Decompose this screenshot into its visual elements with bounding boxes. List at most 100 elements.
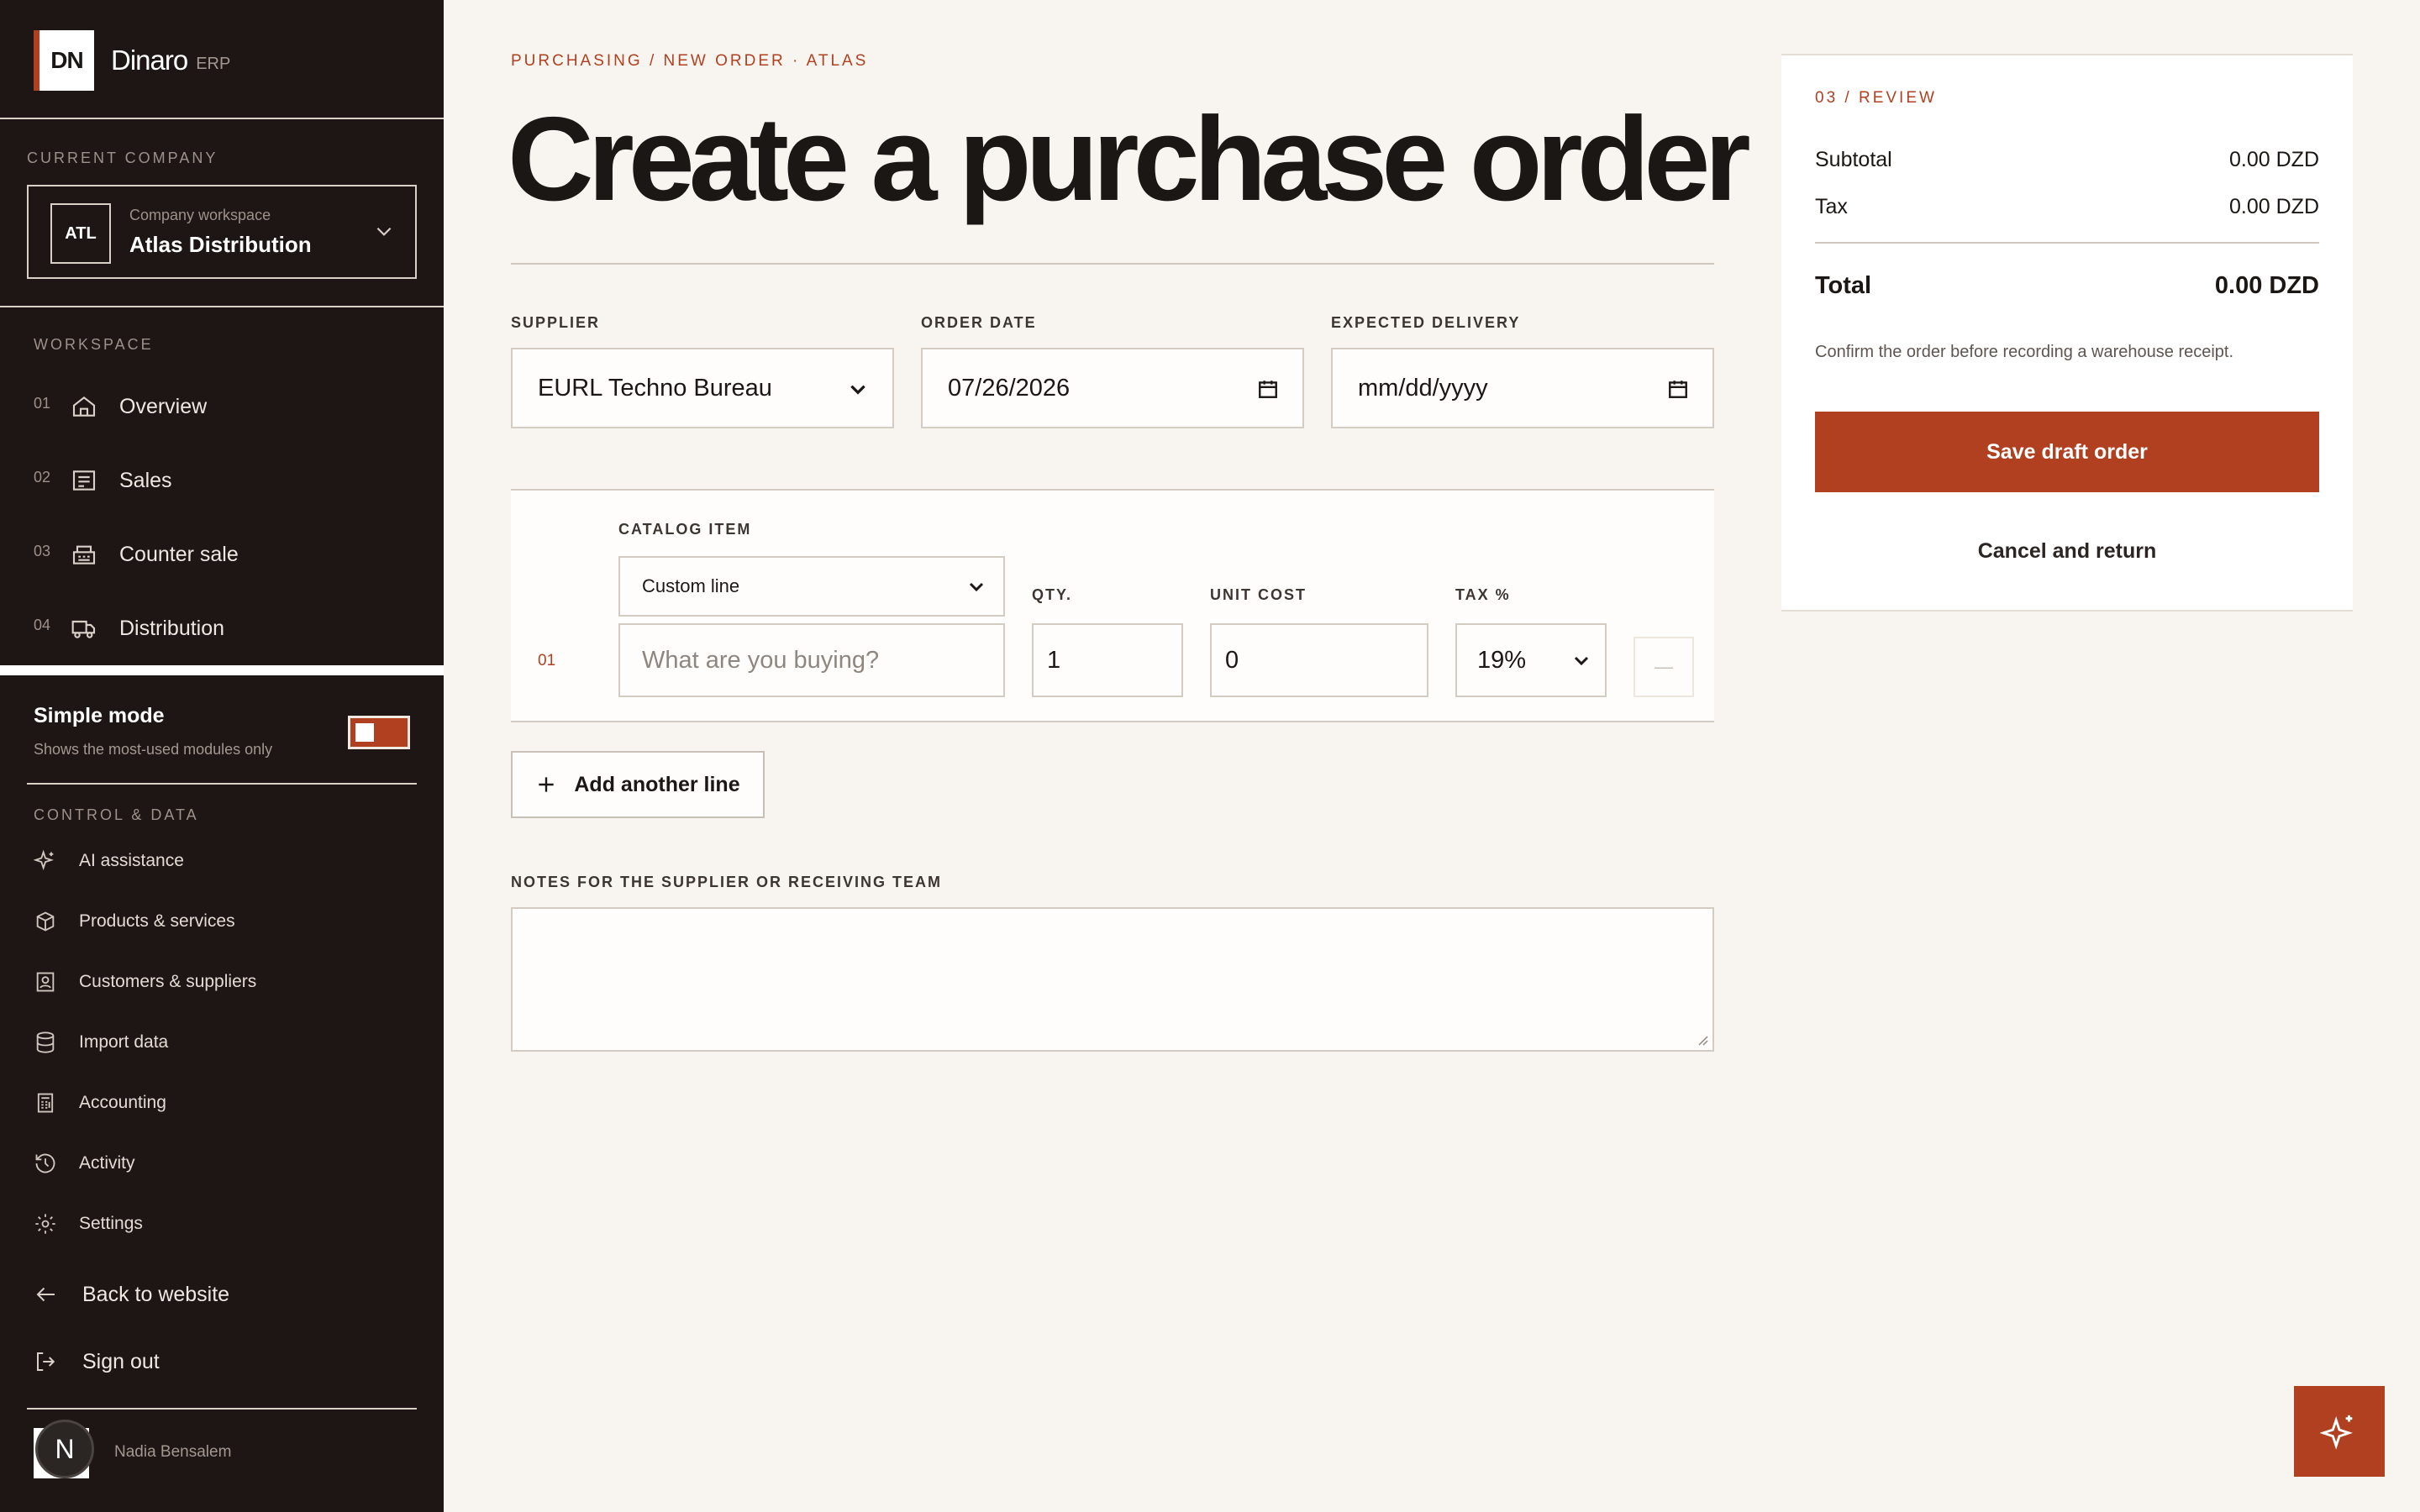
chevron-down-icon [847, 378, 869, 400]
nav-item-sales[interactable]: 02 Sales [34, 460, 420, 501]
company-caption: Company workspace [129, 207, 271, 223]
chevron-down-icon [1571, 650, 1591, 670]
tax-select[interactable]: 19% [1455, 623, 1607, 697]
nav-label: Sales [119, 468, 172, 492]
breadcrumb: PURCHASING / NEW ORDER · ATLAS [511, 52, 869, 70]
nav-label: Overview [119, 394, 208, 418]
home-icon [71, 393, 101, 420]
brand-name: Dinaro [111, 45, 188, 76]
simple-mode-title: Simple mode [34, 704, 165, 727]
qty-value: 1 [1047, 646, 1061, 674]
line-description-placeholder: What are you buying? [642, 646, 880, 674]
catalog-item-select[interactable]: Custom line [618, 556, 1005, 617]
nav-item-products[interactable]: Products & services [34, 903, 420, 940]
nav-item-activity[interactable]: Activity [34, 1145, 420, 1182]
nav-label: Settings [79, 1214, 143, 1233]
line-description-input[interactable]: What are you buying? [618, 623, 1005, 697]
sparkle-icon [2320, 1415, 2354, 1450]
calendar-icon[interactable] [1667, 378, 1689, 400]
supplier-label: SUPPLIER [511, 314, 601, 331]
supplier-select[interactable]: EURL Techno Bureau [511, 348, 894, 428]
save-draft-button[interactable]: Save draft order [1815, 412, 2319, 492]
contact-icon [34, 970, 59, 994]
company-switcher[interactable]: ATL Company workspace Atlas Distribution [27, 185, 417, 279]
nav-item-customers-suppliers[interactable]: Customers & suppliers [34, 963, 420, 1000]
nav-label: Customers & suppliers [79, 972, 257, 991]
tax-summary-label: Tax [1815, 195, 1848, 218]
add-line-button[interactable]: Add another line [511, 751, 765, 818]
plus-icon [539, 777, 555, 792]
tax-value: 19% [1477, 646, 1527, 674]
nav-item-distribution[interactable]: 04 Distribution [34, 608, 420, 648]
back-to-website-label: Back to website [82, 1282, 230, 1306]
brand[interactable]: DN Dinaro ERP [34, 30, 230, 91]
qty-input[interactable]: 1 [1032, 623, 1183, 697]
history-icon [34, 1152, 59, 1175]
resize-grip-icon[interactable] [1694, 1032, 1709, 1047]
review-panel: 03 / REVIEW Subtotal 0.00 DZD Tax 0.00 D… [1781, 54, 2353, 612]
notes-label: NOTES FOR THE SUPPLIER OR RECEIVING TEAM [511, 874, 943, 890]
tax-label: TAX % [1455, 586, 1511, 603]
subtotal-label: Subtotal [1815, 148, 1892, 171]
calculator-icon [34, 1091, 59, 1115]
simple-mode-toggle[interactable] [348, 716, 410, 749]
company-badge: ATL [50, 203, 111, 264]
avatar: N [35, 1420, 94, 1478]
unit-cost-input[interactable]: 0 [1210, 623, 1428, 697]
nav-label: Activity [79, 1153, 135, 1173]
divider [27, 1408, 417, 1410]
company-name: Atlas Distribution [129, 232, 312, 257]
ai-assistant-button[interactable] [2294, 1386, 2385, 1477]
order-date-input[interactable]: 07/26/2026 [921, 348, 1304, 428]
sign-out-link[interactable]: Sign out [34, 1341, 420, 1382]
brand-suffix: ERP [196, 54, 231, 73]
catalog-item-value: Custom line [642, 575, 740, 596]
expected-delivery-placeholder: mm/dd/yyyy [1358, 374, 1488, 402]
nav-item-counter-sale[interactable]: 03 Counter sale [34, 534, 420, 575]
sign-out-label: Sign out [82, 1349, 160, 1373]
truck-icon [71, 615, 101, 642]
nav-item-overview[interactable]: 01 Overview [34, 386, 420, 427]
control-section-label: CONTROL & DATA [34, 806, 199, 823]
nav-item-ai-assistance[interactable]: AI assistance [34, 843, 420, 879]
qty-label: QTY. [1032, 586, 1073, 603]
chevron-down-icon [966, 576, 986, 596]
box-icon [34, 910, 59, 933]
expected-delivery-input[interactable]: mm/dd/yyyy [1331, 348, 1714, 428]
nav-item-settings[interactable]: Settings [34, 1205, 420, 1242]
receipt-icon [71, 467, 101, 494]
cancel-button[interactable]: Cancel and return [1815, 526, 2319, 576]
total-value: 0.00 DZD [2214, 272, 2319, 299]
nav-label: Products & services [79, 911, 235, 931]
subtotal-value: 0.00 DZD [2229, 148, 2319, 171]
nav-item-accounting[interactable]: Accounting [34, 1084, 420, 1121]
notes-textarea[interactable] [511, 907, 1714, 1052]
divider [511, 263, 1714, 265]
add-line-label: Add another line [574, 772, 740, 796]
sidebar: DN Dinaro ERP CURRENT COMPANY ATL Compan… [0, 0, 444, 1512]
back-to-website-link[interactable]: Back to website [34, 1274, 420, 1315]
brand-logo: DN [34, 30, 94, 91]
remove-line-button[interactable]: — [1634, 637, 1694, 697]
user-profile[interactable]: N Nadia Bensalem [34, 1420, 231, 1485]
avatar-container: N [34, 1420, 94, 1485]
catalog-item-label: CATALOG ITEM [618, 521, 752, 538]
review-tag: 03 / REVIEW [1815, 89, 1937, 107]
order-line: 01 CATALOG ITEM Custom line What are you… [511, 489, 1714, 722]
confirm-note: Confirm the order before recording a war… [1815, 343, 2234, 361]
tax-summary-value: 0.00 DZD [2229, 195, 2319, 218]
sign-out-icon [34, 1349, 62, 1374]
gear-icon [34, 1212, 59, 1236]
divider-band [0, 665, 444, 675]
supplier-value: EURL Techno Bureau [538, 374, 772, 402]
simple-mode-subtitle: Shows the most-used modules only [34, 741, 273, 758]
company-section-label: CURRENT COMPANY [27, 150, 218, 166]
nav-item-import-data[interactable]: Import data [34, 1024, 420, 1061]
line-number: 01 [538, 652, 556, 669]
nav-label: Import data [79, 1032, 169, 1052]
divider [27, 783, 417, 785]
calendar-icon[interactable] [1257, 378, 1279, 400]
order-date-value: 07/26/2026 [948, 374, 1071, 402]
user-name: Nadia Bensalem [114, 1443, 232, 1461]
nav-label: AI assistance [79, 851, 184, 870]
